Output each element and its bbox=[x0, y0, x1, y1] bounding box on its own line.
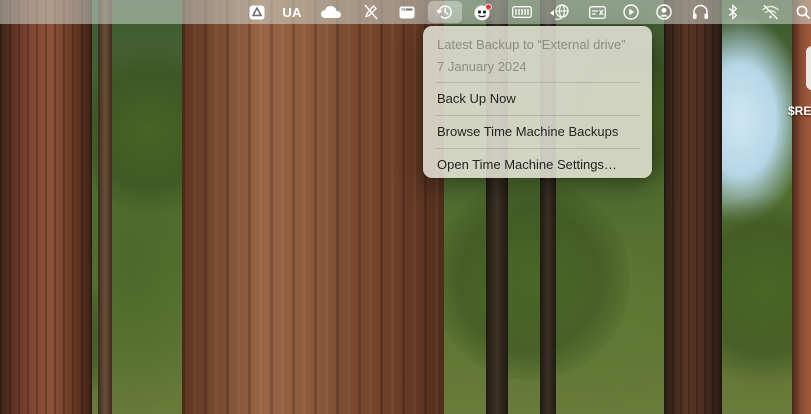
bluetooth-icon[interactable] bbox=[725, 0, 741, 24]
back-up-now-menu-item[interactable]: Back Up Now bbox=[429, 87, 646, 111]
input-source-menu[interactable]: UA bbox=[279, 0, 305, 24]
play-icon[interactable] bbox=[621, 0, 641, 24]
latest-backup-date: 7 January 2024 bbox=[437, 59, 527, 74]
sequoia-trunk bbox=[182, 0, 444, 414]
menu-separator bbox=[435, 148, 640, 149]
latest-backup-label: Latest Backup to “External drive” bbox=[437, 37, 626, 52]
tree-trunk bbox=[0, 0, 92, 414]
tree-trunk bbox=[98, 0, 112, 414]
menu-bar: UA bbox=[0, 0, 811, 24]
headphones-icon[interactable] bbox=[689, 0, 711, 24]
card-icon[interactable] bbox=[586, 0, 608, 24]
window-icon[interactable] bbox=[397, 0, 417, 24]
browse-backups-menu-item[interactable]: Browse Time Machine Backups bbox=[429, 120, 646, 144]
pencil-slash-icon[interactable] bbox=[362, 0, 380, 24]
input-source-text: UA bbox=[282, 4, 302, 20]
time-machine-icon[interactable] bbox=[428, 1, 462, 23]
user-icon[interactable] bbox=[654, 0, 674, 24]
menu-separator bbox=[435, 115, 640, 116]
desktop-wallpaper bbox=[0, 0, 811, 414]
desktop-widget-text: $RE bbox=[788, 104, 811, 118]
tree-trunk bbox=[664, 0, 722, 414]
desktop-widget[interactable] bbox=[806, 46, 811, 90]
time-machine-menu: Latest Backup to “External drive” 7 Janu… bbox=[423, 26, 652, 178]
battery-icon[interactable] bbox=[511, 0, 533, 24]
globe-hand-icon[interactable] bbox=[547, 0, 573, 24]
menu-separator bbox=[435, 82, 640, 83]
open-settings-menu-item[interactable]: Open Time Machine Settings… bbox=[429, 153, 646, 177]
google-drive-icon[interactable] bbox=[247, 0, 267, 24]
wifi-off-icon[interactable] bbox=[758, 0, 782, 24]
cloud-icon[interactable] bbox=[318, 0, 344, 24]
search-icon[interactable] bbox=[794, 0, 811, 24]
app-face-icon[interactable] bbox=[472, 0, 494, 24]
